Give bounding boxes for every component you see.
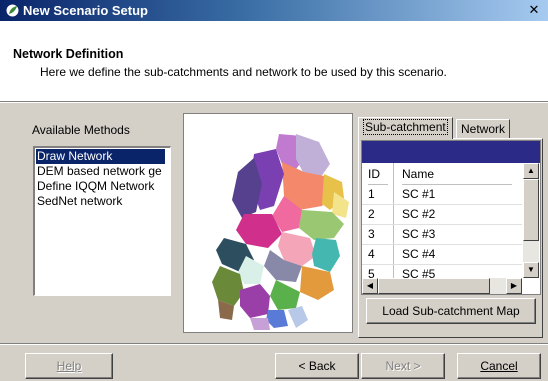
header-divider <box>0 102 548 103</box>
arrow-down-icon[interactable]: ▼ <box>523 262 539 278</box>
column-header-name[interactable]: Name <box>402 165 512 185</box>
title-bar: New Scenario Setup ✕ <box>0 0 548 21</box>
column-header-id[interactable]: ID <box>368 165 388 185</box>
window-title: New Scenario Setup <box>23 3 148 18</box>
footer-divider-highlight <box>0 344 548 345</box>
back-button[interactable]: < Back <box>275 353 359 379</box>
wizard-header: Network Definition Here we define the su… <box>0 21 548 102</box>
table-row-id[interactable]: 3 <box>368 225 375 244</box>
row-divider <box>362 204 522 205</box>
help-button[interactable]: Help <box>25 353 113 379</box>
table-row-id[interactable]: 2 <box>368 205 375 224</box>
row-divider <box>362 264 522 265</box>
row-divider <box>362 224 522 225</box>
catchment-map-preview <box>183 113 353 333</box>
table-row-name[interactable]: SC #2 <box>402 205 435 224</box>
table-row-name[interactable]: SC #5 <box>402 265 435 278</box>
available-methods-label: Available Methods <box>32 123 130 137</box>
table-banner <box>362 141 540 163</box>
sub-catchment-table[interactable]: ID Name 1 SC #1 2 SC #2 3 SC #3 4 SC #4 … <box>361 140 541 295</box>
method-item-sednet-network[interactable]: SedNet network <box>37 194 122 209</box>
horizontal-scroll-thumb[interactable] <box>378 278 490 294</box>
close-button[interactable]: ✕ <box>526 2 542 17</box>
method-item-dem-network[interactable]: DEM based network ge <box>37 164 162 179</box>
column-divider <box>393 163 394 278</box>
arrow-up-icon[interactable]: ▲ <box>523 163 539 179</box>
tab-sub-catchment[interactable]: Sub-catchment <box>358 117 453 139</box>
leaf-icon <box>5 3 20 18</box>
table-row-name[interactable]: SC #4 <box>402 245 435 264</box>
catchment-map <box>212 134 349 330</box>
vertical-scrollbar[interactable]: ▲ ▼ <box>523 163 539 278</box>
available-methods-list[interactable]: Draw Network DEM based network ge Define… <box>33 146 171 296</box>
cancel-button[interactable]: Cancel <box>457 353 541 379</box>
arrow-left-icon[interactable]: ◀ <box>362 278 378 294</box>
tab-network[interactable]: Network <box>456 119 511 139</box>
table-row-name[interactable]: SC #1 <box>402 185 435 204</box>
next-button[interactable]: Next > <box>361 353 445 379</box>
method-item-iqqm-network[interactable]: Define IQQM Network <box>37 179 154 194</box>
horizontal-scrollbar[interactable]: ◀ ▶ <box>362 278 522 294</box>
table-row-id[interactable]: 1 <box>368 185 375 204</box>
table-row-name[interactable]: SC #3 <box>402 225 435 244</box>
load-sub-catchment-map-button[interactable]: Load Sub-catchment Map <box>366 298 536 324</box>
row-divider <box>362 244 522 245</box>
page-title: Network Definition <box>13 47 124 61</box>
method-item-draw-network[interactable]: Draw Network <box>36 149 165 164</box>
table-row-id[interactable]: 4 <box>368 245 375 264</box>
arrow-right-icon[interactable]: ▶ <box>506 278 522 294</box>
table-row-id[interactable]: 5 <box>368 265 375 278</box>
page-subtitle: Here we define the sub-catchments and ne… <box>40 65 447 79</box>
vertical-scroll-thumb[interactable] <box>523 179 539 241</box>
